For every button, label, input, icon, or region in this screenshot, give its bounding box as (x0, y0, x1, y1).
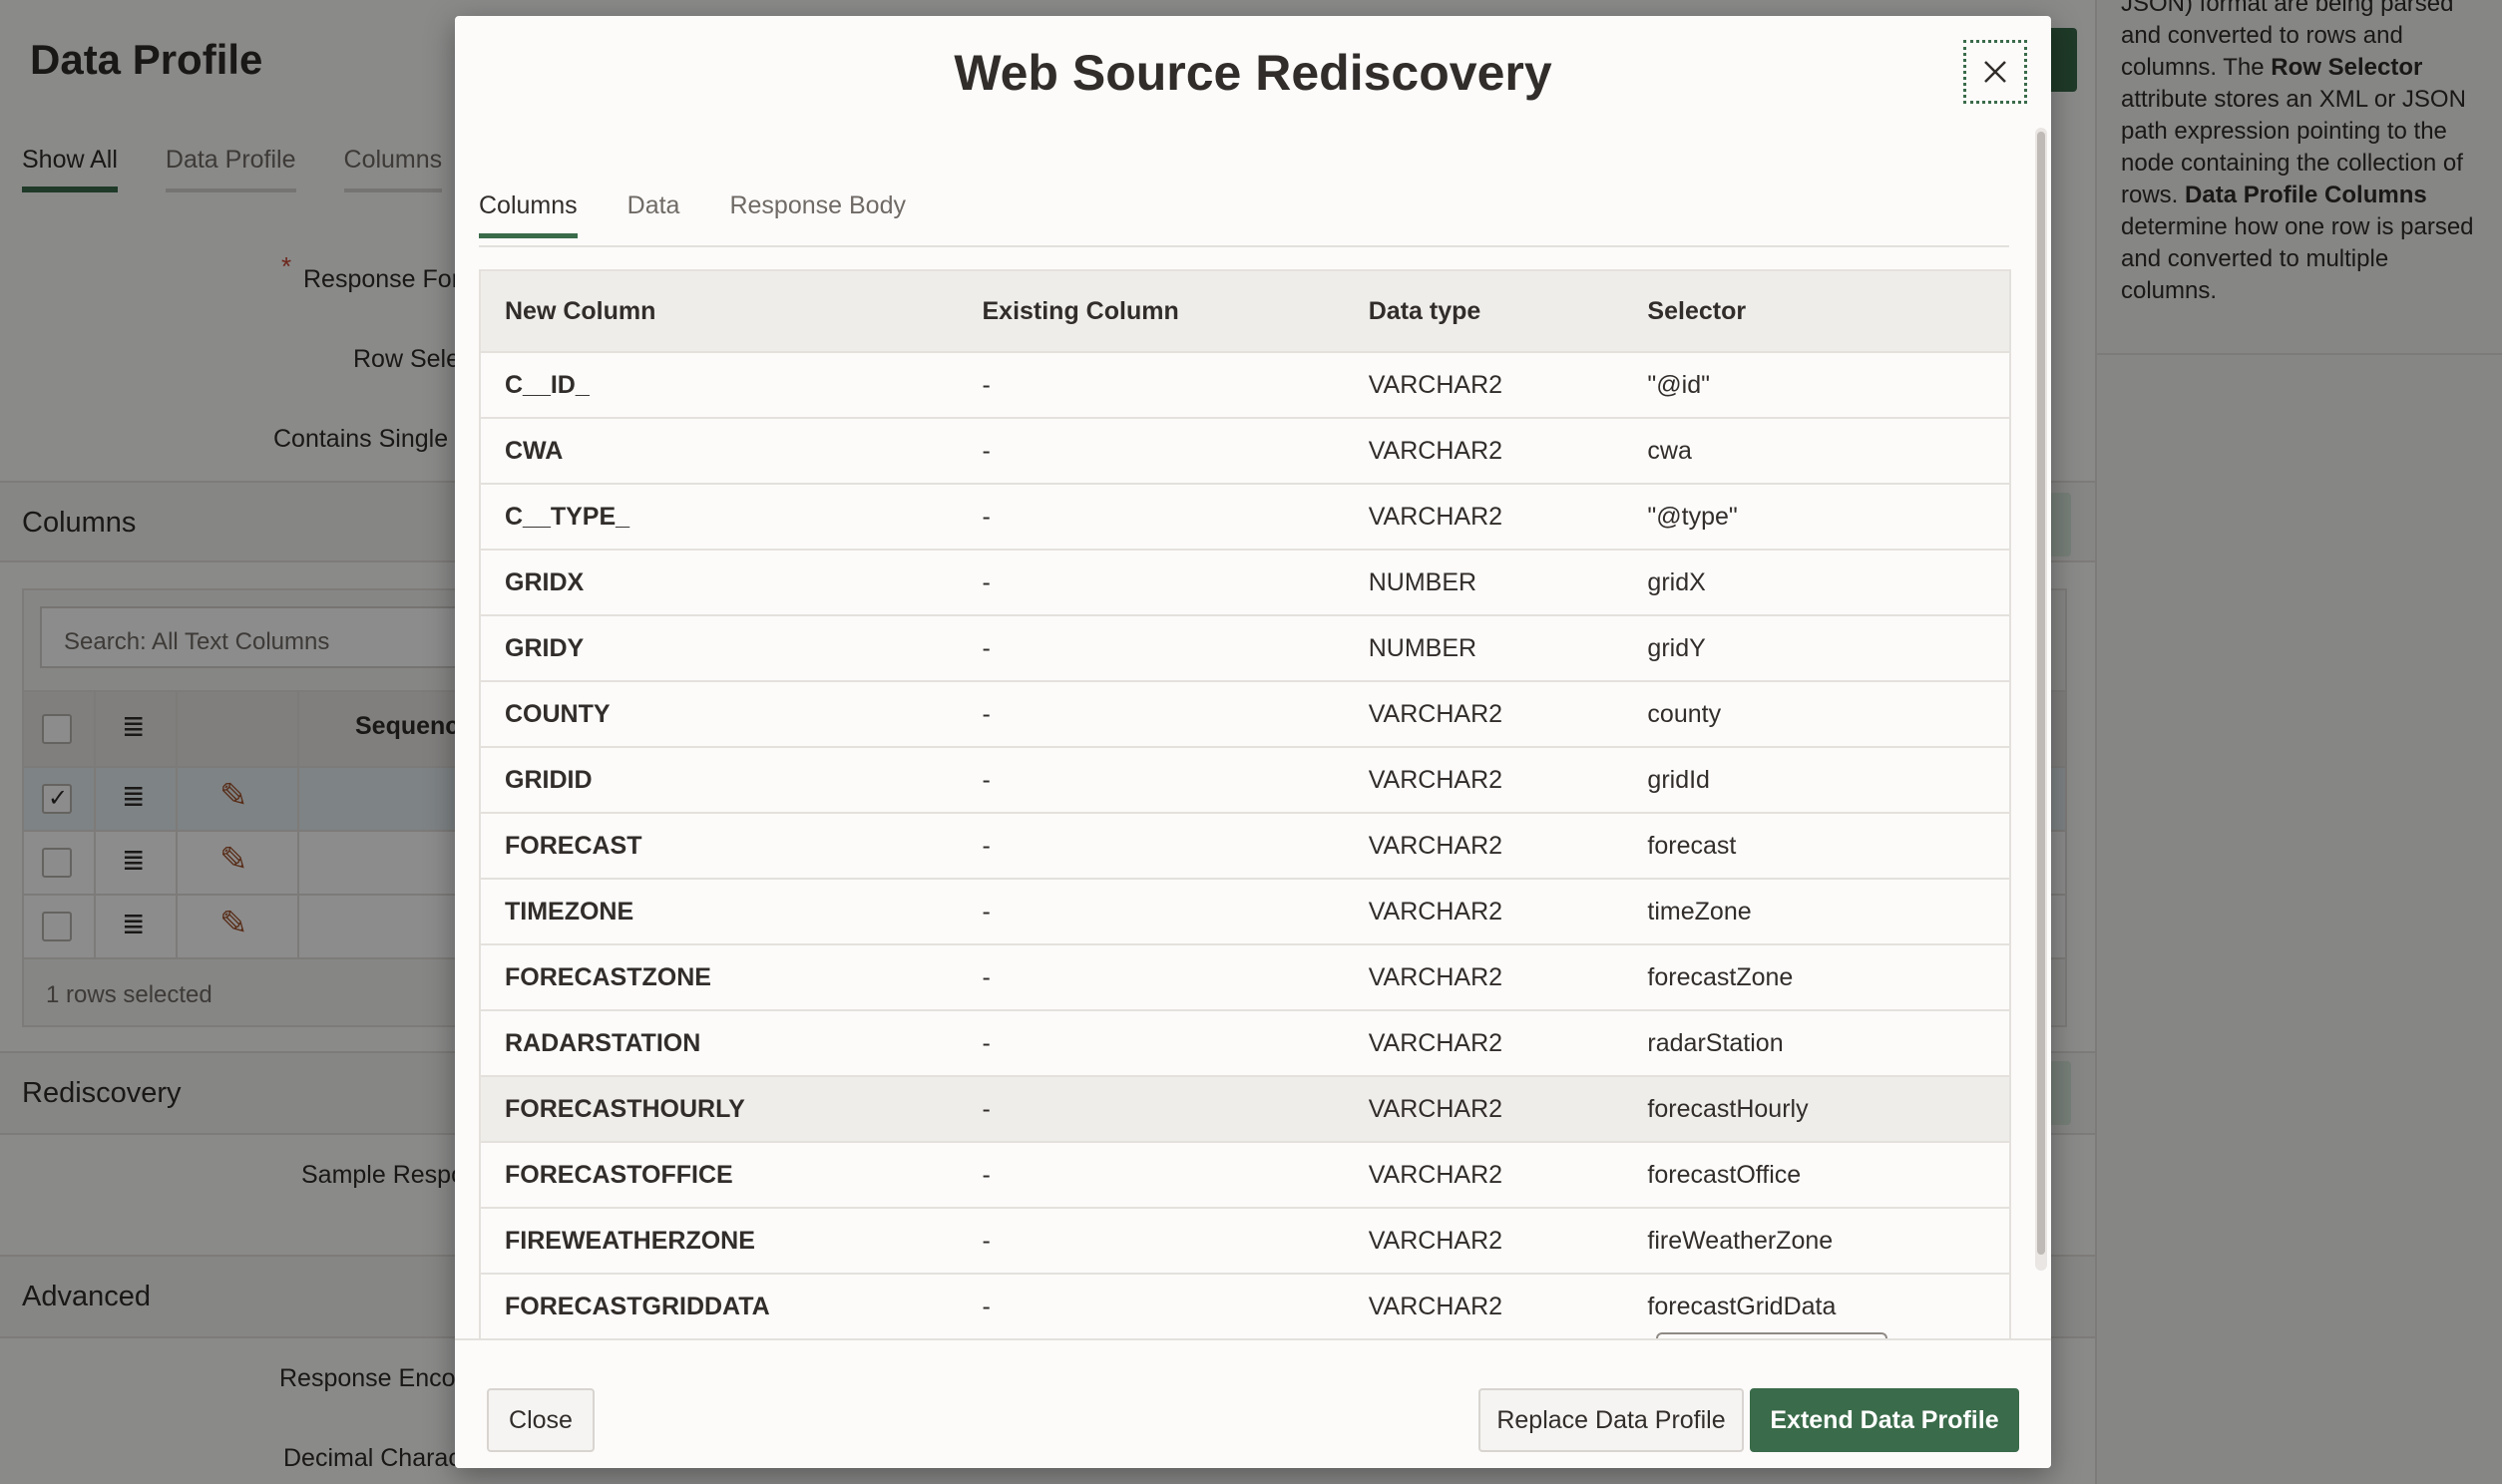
selector-cell: forecast (1623, 813, 2010, 880)
selector-cell: gridX (1623, 550, 2010, 616)
existing-column-cell: - (958, 1010, 1345, 1077)
new-column-cell: GRIDY (480, 615, 959, 682)
tab-columns[interactable]: Columns (479, 178, 578, 238)
table-row[interactable]: FIREWEATHERZONE - VARCHAR2 fireWeatherZone (480, 1208, 2010, 1275)
data-type-cell: NUMBER (1344, 615, 1624, 682)
tabs-divider (479, 245, 2009, 247)
existing-column-cell: - (958, 484, 1345, 551)
close-button[interactable]: Close (487, 1388, 595, 1452)
data-type-cell: VARCHAR2 (1344, 944, 1624, 1011)
new-column-cell: GRIDID (480, 747, 959, 814)
table-row[interactable]: GRIDID - VARCHAR2 gridId (480, 747, 2010, 814)
close-icon[interactable] (1963, 40, 2027, 104)
selector-cell: timeZone (1623, 879, 2010, 945)
existing-column-cell: - (958, 418, 1345, 485)
data-type-cell: VARCHAR2 (1344, 418, 1624, 485)
new-column-cell: FORECASTGRIDDATA (480, 1274, 959, 1338)
data-type-cell: VARCHAR2 (1344, 484, 1624, 551)
table-row[interactable]: CWA - VARCHAR2 cwa (480, 418, 2010, 485)
dialog-scrollbar-thumb[interactable] (2037, 132, 2045, 1255)
data-type-cell: VARCHAR2 (1344, 1076, 1624, 1143)
data-type-cell: VARCHAR2 (1344, 879, 1624, 945)
close-x-glyph (1984, 61, 2006, 83)
data-type-cell: VARCHAR2 (1344, 681, 1624, 748)
new-column-cell: RADARSTATION (480, 1010, 959, 1077)
selector-cell: gridY (1623, 615, 2010, 682)
selector-cell: forecastOffice (1623, 1142, 2010, 1209)
table-row[interactable]: GRIDX - NUMBER gridX (480, 550, 2010, 616)
new-column-cell: FORECASTOFFICE (480, 1142, 959, 1209)
new-column-cell: C__TYPE_ (480, 484, 959, 551)
tab-data[interactable]: Data (627, 178, 680, 238)
new-column-cell: GRIDX (480, 550, 959, 616)
existing-column-cell: - (958, 944, 1345, 1011)
data-type-cell: VARCHAR2 (1344, 1274, 1624, 1338)
table-row[interactable]: FORECASTHOURLY - VARCHAR2 forecastHourly (480, 1076, 2010, 1143)
new-column-cell: COUNTY (480, 681, 959, 748)
data-type-cell: VARCHAR2 (1344, 1208, 1624, 1275)
header-selector: Selector (1623, 270, 2010, 353)
data-type-cell: VARCHAR2 (1344, 813, 1624, 880)
data-type-cell: VARCHAR2 (1344, 352, 1624, 419)
table-row[interactable]: C__TYPE_ - VARCHAR2 "@type" (480, 484, 2010, 551)
table-row[interactable]: TIMEZONE - VARCHAR2 timeZone (480, 879, 2010, 945)
selector-cell: fireWeatherZone (1623, 1208, 2010, 1275)
new-column-cell: FIREWEATHERZONE (480, 1208, 959, 1275)
existing-column-cell: - (958, 681, 1345, 748)
new-column-cell: FORECASTHOURLY (480, 1076, 959, 1143)
data-type-cell: NUMBER (1344, 550, 1624, 616)
table-row[interactable]: RADARSTATION - VARCHAR2 radarStation (480, 1010, 2010, 1077)
dialog-title: Web Source Rediscovery (954, 45, 1552, 101)
table-row[interactable]: FORECASTZONE - VARCHAR2 forecastZone (480, 944, 2010, 1011)
extend-data-profile-button[interactable]: Extend Data Profile (1750, 1388, 2019, 1452)
header-data-type: Data type (1344, 270, 1624, 353)
table-row[interactable]: C__ID_ - VARCHAR2 "@id" (480, 352, 2010, 419)
replace-data-profile-button[interactable]: Replace Data Profile (1478, 1388, 1744, 1452)
dialog-footer: Close Replace Data Profile Extend Data P… (455, 1338, 2051, 1468)
selector-cell: "@type" (1623, 484, 2010, 551)
columns-table-region[interactable]: New Column Existing Column Data type Sel… (479, 251, 2011, 1338)
table-row[interactable]: FORECASTOFFICE - VARCHAR2 forecastOffice (480, 1142, 2010, 1209)
table-row[interactable]: COUNTY - VARCHAR2 county (480, 681, 2010, 748)
data-type-cell: VARCHAR2 (1344, 747, 1624, 814)
data-type-cell: VARCHAR2 (1344, 1010, 1624, 1077)
header-existing-column: Existing Column (958, 270, 1345, 353)
new-column-cell: FORECAST (480, 813, 959, 880)
existing-column-cell: - (958, 615, 1345, 682)
existing-column-cell: - (958, 1274, 1345, 1338)
tab-response-body[interactable]: Response Body (729, 178, 906, 238)
selector-cell: forecastGridData (1623, 1274, 2010, 1338)
existing-column-cell: - (958, 352, 1345, 419)
table-header-row: New Column Existing Column Data type Sel… (480, 270, 2010, 353)
selector-cell: cwa (1623, 418, 2010, 485)
existing-column-cell: - (958, 813, 1345, 880)
header-new-column: New Column (480, 270, 959, 353)
existing-column-cell: - (958, 747, 1345, 814)
new-column-cell: TIMEZONE (480, 879, 959, 945)
new-column-cell: CWA (480, 418, 959, 485)
table-row[interactable]: FORECASTGRIDDATA - VARCHAR2 forecastGridDat… (480, 1274, 2010, 1338)
selector-cell: forecastHourly (1623, 1076, 2010, 1143)
existing-column-cell: - (958, 879, 1345, 945)
existing-column-cell: - (958, 1142, 1345, 1209)
existing-column-cell: - (958, 1076, 1345, 1143)
table-row[interactable]: GRIDY - NUMBER gridY (480, 615, 2010, 682)
new-column-cell: FORECASTZONE (480, 944, 959, 1011)
selector-cell: county (1623, 681, 2010, 748)
dialog-tabs: Columns Data Response Body (479, 178, 956, 238)
existing-column-cell: - (958, 1208, 1345, 1275)
data-type-cell: VARCHAR2 (1344, 1142, 1624, 1209)
new-column-cell: C__ID_ (480, 352, 959, 419)
columns-table: New Column Existing Column Data type Sel… (479, 269, 2011, 1338)
selector-cell: radarStation (1623, 1010, 2010, 1077)
selector-cell: forecastZone (1623, 944, 2010, 1011)
selector-cell: gridId (1623, 747, 2010, 814)
table-row[interactable]: FORECAST - VARCHAR2 forecast (480, 813, 2010, 880)
existing-column-cell: - (958, 550, 1345, 616)
web-source-rediscovery-dialog: Web Source Rediscovery Columns Data Resp… (455, 16, 2051, 1468)
selector-cell: "@id" (1623, 352, 2010, 419)
